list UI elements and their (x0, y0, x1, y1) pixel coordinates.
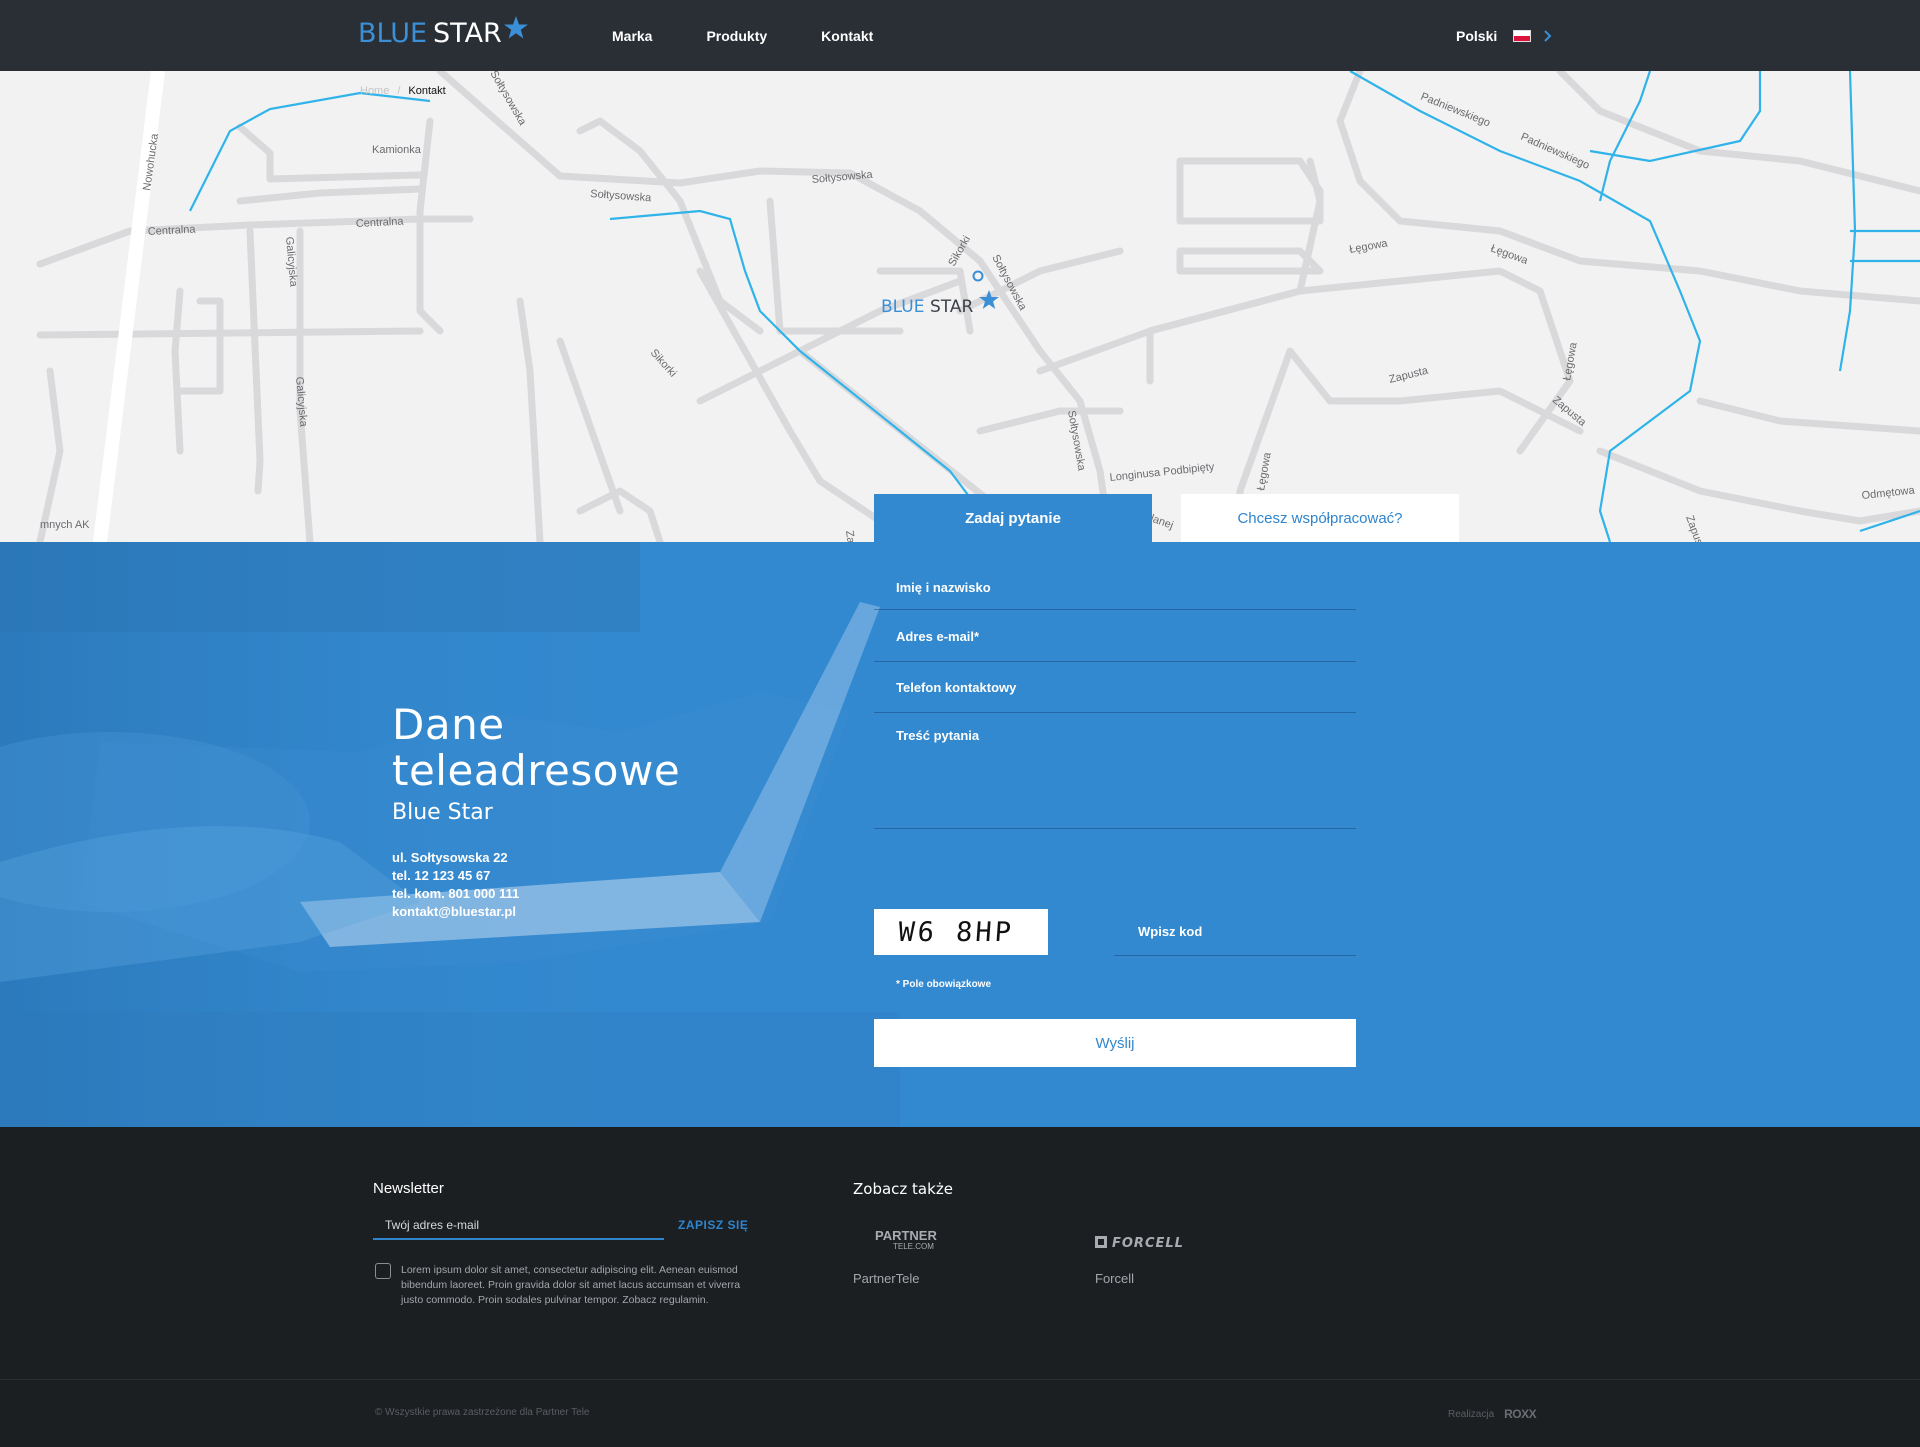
contact-details: ul. Sołtysowska 22 tel. 12 123 45 67 tel… (392, 849, 680, 921)
see-also-title: Zobacz także (853, 1180, 953, 1198)
main-nav: Marka Produkty Kontakt (612, 0, 927, 71)
logo-text-blue: BLUE (358, 17, 428, 49)
address-title-line2: teleadresowe (392, 746, 681, 795)
forcell-logo-text: FORCELL (1112, 1236, 1184, 1250)
captcha-field-wrapper (1114, 908, 1356, 956)
contact-section: Dane teleadresowe Blue Star ul. Sołtysow… (0, 542, 1920, 1127)
newsletter-input-wrapper (373, 1211, 664, 1240)
location-pin-icon[interactable] (972, 270, 984, 282)
street-mnych: mnych AK (40, 519, 90, 531)
map-marker-blue: BLUE (881, 297, 924, 317)
name-field-wrapper (874, 566, 1356, 610)
street-zapusta-3: Zapusta (1683, 514, 1708, 542)
tab-cooperate[interactable]: Chcesz współpracować? (1181, 494, 1459, 542)
roxx-logo[interactable]: ROXX (1504, 1407, 1537, 1421)
street-longinusa: Longinusa Podbipięty (1109, 461, 1215, 484)
captcha-text: W6 8HP (897, 917, 1015, 948)
newsletter-subscribe-button[interactable]: ZAPISZ SIĘ (678, 1218, 748, 1232)
street-centralna-1: Centralna (148, 223, 197, 238)
site-footer: Newsletter ZAPISZ SIĘ Lorem ipsum dolor … (0, 1127, 1920, 1447)
nav-marka[interactable]: Marka (612, 28, 652, 44)
message-field[interactable] (896, 728, 1356, 818)
language-label: Polski (1456, 27, 1498, 44)
newsletter-title: Newsletter (373, 1180, 444, 1197)
breadcrumb: Home / Kontakt (360, 85, 446, 97)
chevron-right-icon (1544, 29, 1552, 42)
street-galicyjska-2: Galicyjska (293, 376, 309, 428)
address-title-line1: Dane (392, 700, 505, 749)
phone-field-wrapper (874, 663, 1356, 713)
forcell-link[interactable]: Forcell (1095, 1271, 1134, 1286)
partner-logo-sub: TELE.COM (893, 1242, 934, 1251)
language-switcher[interactable]: Polski (1456, 0, 1552, 71)
tab-ask-question[interactable]: Zadaj pytanie (874, 494, 1152, 542)
company-name: Blue Star (392, 800, 493, 825)
star-icon (503, 15, 528, 38)
captcha-input[interactable] (1138, 924, 1356, 939)
street-padniewskiego-1: Padniewskiego (1419, 91, 1492, 130)
brand-logo[interactable]: BLUE STAR (358, 15, 528, 50)
nav-produkty[interactable]: Produkty (706, 28, 767, 44)
map-marker-white: STAR (930, 297, 973, 317)
submit-button[interactable]: Wyślij (874, 1019, 1356, 1067)
nav-kontakt[interactable]: Kontakt (821, 28, 873, 44)
partner-logo-main: PARTNER (875, 1228, 937, 1243)
site-header: BLUE STAR Marka Produkty Kontakt Polski (0, 0, 1920, 71)
footer-bottom-bar: © Wszystkie prawa zastrzeżone dla Partne… (0, 1379, 1920, 1447)
phone-field[interactable] (896, 680, 1356, 695)
street-legowa-3: Łęgowa (1561, 341, 1580, 382)
street-padniewskiego-2: Padniewskiego (1519, 131, 1591, 172)
address-block: Dane teleadresowe Blue Star ul. Sołtysow… (392, 702, 680, 921)
copyright-text: © Wszystkie prawa zastrzeżone dla Partne… (375, 1407, 590, 1418)
realization-label: Realizacja (1448, 1408, 1495, 1420)
location-map[interactable]: Nowohucka Kamionka Centralna Centralna S… (0, 71, 1920, 542)
newsletter-email-input[interactable] (385, 1217, 664, 1232)
captcha-graphic: W6 8HP (897, 917, 1015, 948)
street-legowa-2: Łęgowa (1489, 243, 1530, 268)
partnertele-logo-graphic: PARTNER TELE.COM (856, 1228, 937, 1251)
breadcrumb-home[interactable]: Home (360, 85, 389, 97)
logo-text-white: STAR (433, 17, 502, 49)
street-legowa-4: Łęgowa (1255, 451, 1274, 492)
email-field[interactable] (896, 628, 1356, 644)
street-lanej: lanej (1149, 513, 1175, 532)
street-zal: Zał (843, 530, 857, 542)
message-field-wrapper (874, 714, 1356, 829)
captcha-image: W6 8HP (874, 909, 1048, 955)
name-field[interactable] (896, 580, 1356, 595)
partnertele-logo[interactable]: PARTNER TELE.COM (853, 1226, 943, 1252)
forcell-logo[interactable]: FORCELL (1095, 1234, 1221, 1250)
email-field-wrapper (874, 611, 1356, 662)
forcell-logo-graphic: FORCELL (1095, 1236, 1184, 1250)
street-kamionka: Kamionka (372, 144, 422, 156)
address-street: ul. Sołtysowska 22 (392, 850, 508, 865)
street-odmetowa: Odmętowa (1861, 484, 1916, 502)
street-legowa-1: Łęgowa (1348, 237, 1389, 256)
map-canvas: Nowohucka Kamionka Centralna Centralna S… (36, 71, 1920, 542)
poland-flag-icon (1513, 29, 1532, 42)
address-mobile: tel. kom. 801 000 111 (392, 886, 520, 901)
realization-credit: Realizacja ROXX (1448, 1407, 1537, 1421)
address-phone: tel. 12 123 45 67 (392, 868, 491, 883)
street-zapusta-1: Zapusta (1388, 364, 1430, 385)
breadcrumb-current: Kontakt (408, 85, 446, 97)
checkbox-icon[interactable] (375, 1263, 391, 1279)
address-email[interactable]: kontakt@bluestar.pl (392, 903, 680, 921)
partnertele-link[interactable]: PartnerTele (853, 1271, 919, 1286)
street-sikorki-2: Sikorki (648, 347, 679, 380)
street-soltysowska-1: Sołtysowska (590, 188, 653, 204)
newsletter-consent-text: Lorem ipsum dolor sit amet, consectetur … (401, 1264, 741, 1306)
address-title: Dane teleadresowe (392, 702, 680, 794)
street-centralna-2: Centralna (356, 215, 405, 230)
required-note: * Pole obowiązkowe (896, 979, 992, 990)
breadcrumb-separator: / (397, 85, 401, 97)
